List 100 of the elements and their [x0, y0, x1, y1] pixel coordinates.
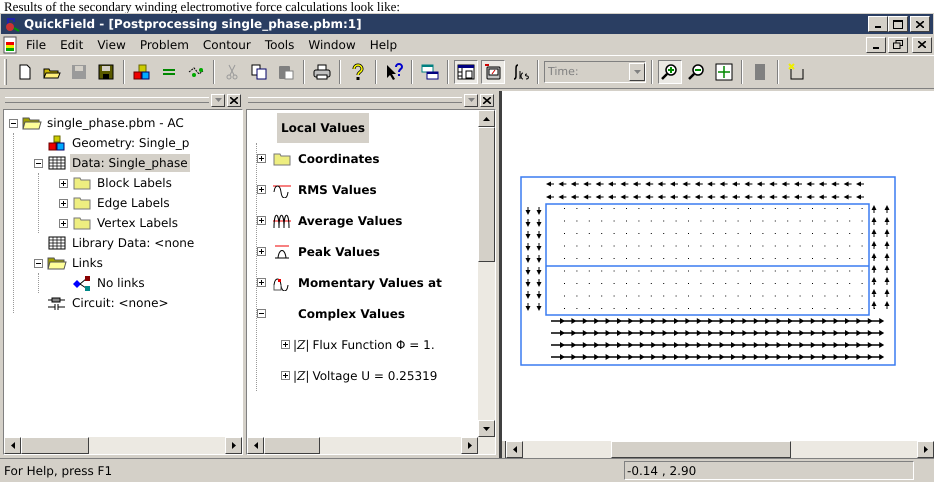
close-icon — [918, 41, 926, 48]
caption-text: Results of the secondary winding electromotive force calculations look like: — [3, 0, 400, 13]
expand-toggle[interactable] — [58, 178, 68, 188]
restore-button[interactable] — [888, 36, 908, 52]
collapse-toggle[interactable] — [257, 309, 266, 318]
minus-icon — [259, 311, 264, 316]
tree-item[interactable]: Peak Values — [298, 242, 380, 260]
scroll-right-button[interactable] — [461, 437, 478, 454]
close-button[interactable] — [912, 36, 932, 52]
tree-item[interactable]: Flux Function Φ = 1. — [312, 336, 435, 354]
collapse-toggle[interactable] — [34, 258, 42, 268]
collapse-toggle[interactable] — [34, 158, 42, 168]
close-button[interactable] — [910, 16, 930, 32]
minus-icon — [10, 120, 16, 126]
left-arrow-icon — [10, 442, 14, 449]
scroll-left-button[interactable] — [506, 441, 523, 458]
tree-item[interactable]: Average Values — [298, 212, 402, 230]
tree-item[interactable]: RMS Values — [298, 180, 377, 198]
expand-toggle[interactable] — [257, 216, 266, 225]
scrollbar-thumb[interactable] — [264, 437, 320, 454]
scrollbar-thumb[interactable] — [21, 437, 89, 454]
clipboard-icon — [277, 63, 295, 81]
menu-item[interactable]: View — [91, 36, 132, 54]
printer-icon — [313, 63, 331, 81]
right-arrow-icon — [468, 442, 472, 449]
tree-item[interactable]: Block Labels — [95, 174, 174, 192]
close-button[interactable] — [227, 94, 241, 106]
menu-item[interactable]: Edit — [54, 36, 90, 54]
menu-item[interactable]: Problem — [134, 36, 195, 54]
menu-item[interactable]: File — [20, 36, 52, 54]
horizontal-scrollbar[interactable] — [4, 437, 242, 454]
toolbar-button[interactable] — [454, 60, 478, 84]
toolbar-button[interactable] — [658, 60, 682, 84]
down-arrow-icon — [483, 426, 490, 430]
plus-icon — [259, 187, 264, 192]
expand-toggle[interactable] — [58, 198, 68, 208]
collapse-toggle[interactable] — [8, 118, 18, 128]
scroll-up-button[interactable] — [478, 110, 495, 127]
scroll-right-button[interactable] — [917, 441, 934, 458]
tree-item[interactable]: Geometry: Single_p — [70, 134, 192, 152]
scroll-right-button[interactable] — [225, 437, 242, 454]
horizontal-scrollbar[interactable] — [247, 437, 478, 454]
table-view-icon — [457, 63, 475, 81]
peak-wave-icon — [272, 244, 292, 260]
tree-item[interactable]: Coordinates — [298, 150, 380, 168]
scroll-left-button[interactable] — [4, 437, 21, 454]
maximize-button[interactable] — [888, 16, 908, 32]
tree-item[interactable]: Vertex Labels — [95, 214, 180, 232]
dropdown-button[interactable] — [629, 63, 645, 81]
windows-icon — [421, 63, 439, 81]
tree-item[interactable]: Complex Values — [298, 304, 405, 322]
expand-toggle[interactable] — [281, 340, 290, 349]
expand-toggle[interactable] — [257, 154, 266, 163]
right-arrow-icon — [232, 442, 236, 449]
tree-item[interactable]: No links — [95, 274, 147, 292]
scroll-left-button[interactable] — [247, 437, 264, 454]
scrollbar-thumb[interactable] — [611, 441, 791, 458]
status-message: For Help, press F1 — [4, 462, 114, 480]
colored-blocks-icon — [133, 63, 151, 81]
caret-icon — [634, 70, 640, 74]
menu-item[interactable]: Help — [364, 36, 404, 54]
tree-item[interactable]: Links — [70, 254, 105, 272]
expand-toggle[interactable] — [257, 278, 266, 287]
restore-icon — [893, 40, 903, 49]
colored-blocks-icon — [47, 135, 67, 151]
menu-item[interactable]: Tools — [258, 36, 300, 54]
scroll-down-button[interactable] — [478, 420, 495, 437]
tree-item[interactable]: Momentary Values at — [298, 274, 442, 292]
symbol-label: |Z| — [293, 368, 310, 384]
plus-icon — [259, 218, 264, 223]
panel-grip[interactable] — [5, 97, 209, 103]
maximize-icon — [893, 20, 903, 28]
panel-grip[interactable] — [248, 97, 462, 103]
close-icon — [483, 96, 491, 104]
plus-icon — [259, 249, 264, 254]
tree-item[interactable]: Edge Labels — [95, 194, 172, 212]
expand-toggle[interactable] — [281, 371, 290, 380]
plus-icon — [60, 200, 66, 206]
tree-item[interactable]: Data: Single_phase — [70, 154, 190, 172]
minimize-icon — [873, 46, 879, 48]
menu-item[interactable]: Window — [302, 36, 362, 54]
minimize-button[interactable] — [868, 16, 888, 32]
tree-item[interactable]: single_phase.pbm - AC — [45, 114, 186, 132]
dropdown-button[interactable] — [464, 94, 478, 106]
toolbar-button[interactable] — [481, 60, 505, 84]
menu-item[interactable]: Contour — [196, 36, 257, 54]
left-arrow-icon — [254, 442, 258, 449]
dropdown-button[interactable] — [211, 94, 225, 106]
expand-toggle[interactable] — [58, 218, 68, 228]
tree-item[interactable]: Voltage U = 0.25319 — [312, 366, 438, 384]
tree-heading[interactable]: Local Values — [277, 113, 370, 143]
vertical-scrollbar[interactable] — [478, 110, 495, 454]
minimize-button[interactable] — [866, 36, 886, 52]
zoom-in-icon — [661, 63, 679, 81]
close-button[interactable] — [480, 94, 494, 106]
scrollbar-thumb[interactable] — [478, 127, 495, 262]
expand-toggle[interactable] — [257, 185, 266, 194]
tree-item[interactable]: Circuit: <none> — [70, 294, 171, 312]
expand-toggle[interactable] — [257, 247, 266, 256]
tree-item[interactable]: Library Data: <none — [70, 234, 196, 252]
